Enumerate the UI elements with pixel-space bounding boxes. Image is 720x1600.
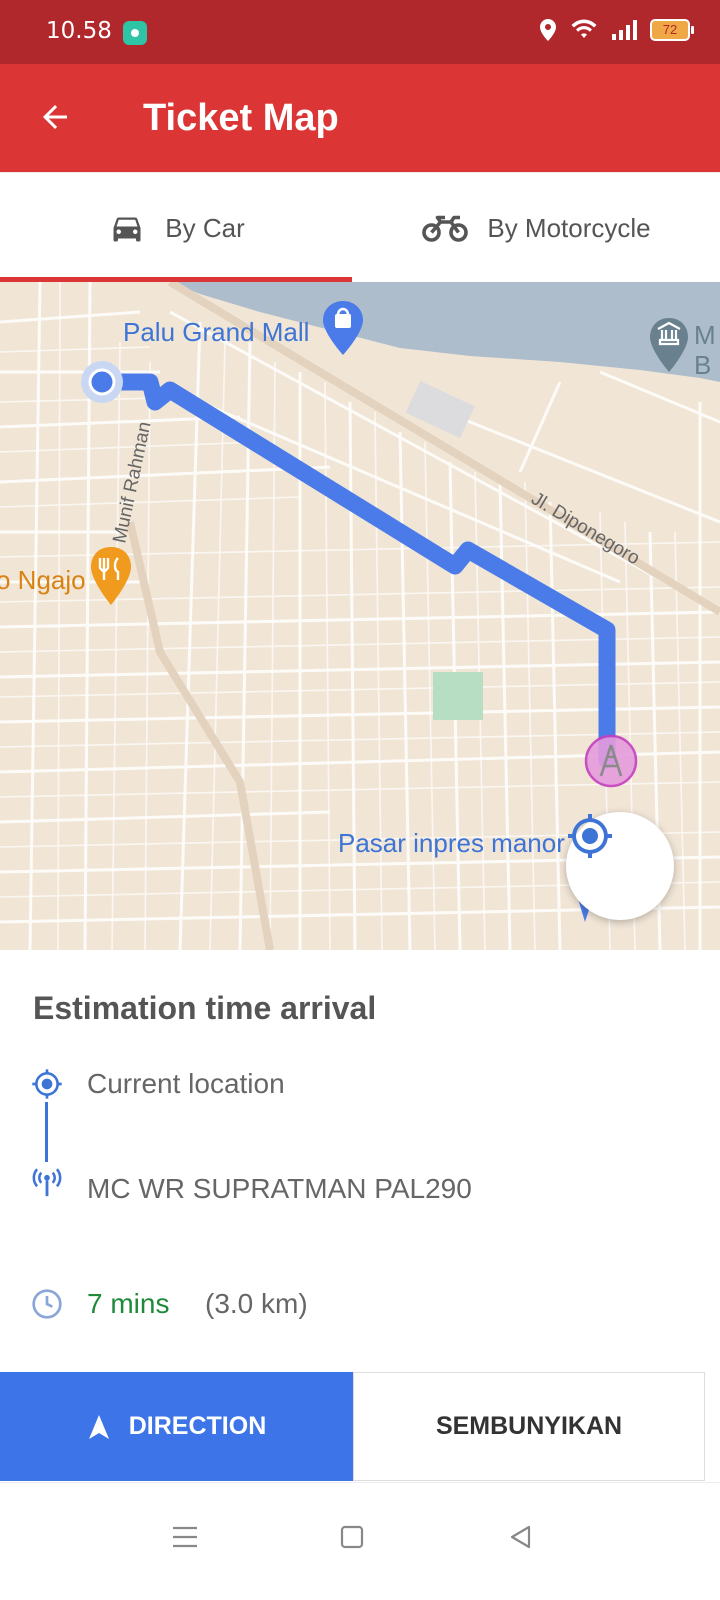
route-connector-line <box>45 1102 48 1162</box>
app-notification-icon <box>123 21 147 45</box>
place-label-museum-2: B <box>694 350 711 380</box>
current-location-icon <box>32 1069 62 1099</box>
recents-button[interactable] <box>155 1507 215 1567</box>
motorcycle-icon <box>422 215 469 242</box>
eta-time: 7 mins <box>87 1288 170 1319</box>
hide-label: SEMBUNYIKAN <box>435 1412 623 1440</box>
destination-halo <box>584 734 638 788</box>
location-icon <box>540 19 556 41</box>
tower-icon <box>32 1168 62 1197</box>
restaurant-pin-icon <box>91 547 131 605</box>
map-park <box>433 672 483 720</box>
transport-tabs: By Car By Motorcycle <box>0 172 720 283</box>
panel-title: Estimation time arrival <box>33 990 377 1026</box>
menu-icon <box>173 1526 197 1548</box>
eta-distance: (3.0 km) <box>205 1288 308 1319</box>
back-button[interactable] <box>30 92 80 142</box>
my-location-button[interactable] <box>566 812 674 920</box>
tab-by-motorcycle[interactable]: By Motorcycle <box>352 173 720 283</box>
navigation-arrow-icon <box>88 1414 109 1439</box>
direction-button[interactable]: DIRECTION <box>0 1372 353 1481</box>
triangle-back-icon <box>510 1525 531 1549</box>
page-title: Ticket Map <box>143 97 339 139</box>
destination-label: MC WR SUPRATMAN PAL290 <box>87 1173 472 1204</box>
place-label-museum: M <box>694 320 716 350</box>
app-bar: Ticket Map <box>0 64 720 172</box>
place-label-mall: Palu Grand Mall <box>123 317 309 347</box>
direction-label: DIRECTION <box>128 1412 267 1440</box>
battery-icon: 72 <box>650 19 694 41</box>
system-nav-bar <box>0 1482 720 1600</box>
back-nav-button[interactable] <box>491 1507 551 1567</box>
my-location-icon <box>568 814 612 858</box>
origin-label: Current location <box>87 1068 285 1099</box>
car-icon <box>113 217 141 242</box>
tab-label: By Car <box>165 212 245 243</box>
arrow-back-icon <box>43 105 67 129</box>
map-view[interactable]: Palu Grand Mall o Ngajo Pasar inpres man… <box>0 282 720 950</box>
hide-button[interactable]: SEMBUNYIKAN <box>353 1372 705 1481</box>
wifi-icon <box>571 19 597 38</box>
map-main-road <box>126 521 274 950</box>
tab-label: By Motorcycle <box>487 212 651 243</box>
route-line <box>94 373 616 769</box>
status-icons: 72 <box>538 18 694 42</box>
tab-by-car[interactable]: By Car <box>0 173 352 283</box>
status-time: 10.58 <box>46 18 112 44</box>
place-label-restaurant: o Ngajo <box>0 565 86 595</box>
place-label-market: Pasar inpres manor <box>338 828 565 858</box>
status-bar: 10.58 72 <box>0 0 720 64</box>
home-button[interactable] <box>322 1507 382 1567</box>
origin-marker <box>88 368 116 396</box>
clock-icon <box>32 1289 62 1319</box>
eta-panel: Estimation time arrival Current location… <box>0 950 720 1372</box>
signal-icon <box>612 20 637 40</box>
square-icon <box>340 1525 364 1549</box>
